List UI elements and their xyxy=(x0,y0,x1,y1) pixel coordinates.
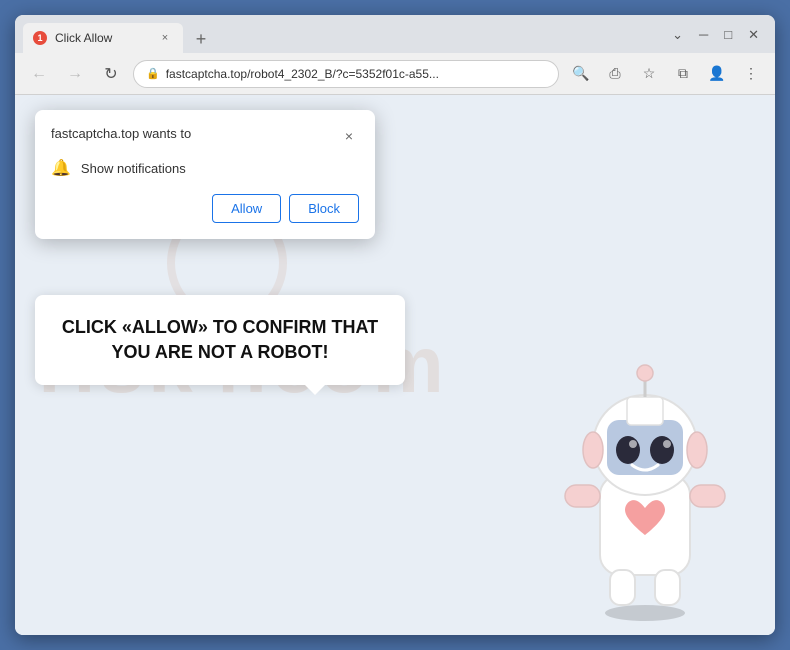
share-icon[interactable]: ⎙ xyxy=(601,60,629,88)
menu-icon[interactable]: ⋮ xyxy=(737,60,765,88)
search-icon[interactable]: 🔍 xyxy=(567,60,595,88)
back-button[interactable]: ← xyxy=(25,60,53,88)
tab-favicon: 1 xyxy=(33,31,47,45)
popup-header: fastcaptcha.top wants to × xyxy=(51,126,359,146)
notification-label: Show notifications xyxy=(81,161,186,176)
url-bar[interactable]: 🔒 fastcaptcha.top/robot4_2302_B/?c=5352f… xyxy=(133,60,559,88)
popup-title: fastcaptcha.top wants to xyxy=(51,126,191,141)
page-content: risk4.com fastcaptcha.top wants to × 🔔 S… xyxy=(15,95,775,635)
chevron-down-icon[interactable]: ⌄ xyxy=(672,28,683,41)
bell-icon: 🔔 xyxy=(51,158,71,178)
maximize-button[interactable]: □ xyxy=(724,28,732,41)
minimize-button[interactable]: ─ xyxy=(699,28,708,41)
url-text: fastcaptcha.top/robot4_2302_B/?c=5352f01… xyxy=(166,67,546,81)
popup-close-button[interactable]: × xyxy=(339,126,359,146)
reload-button[interactable]: ↻ xyxy=(97,60,125,88)
tab-area: 1 Click Allow × + xyxy=(23,15,672,53)
split-view-icon[interactable]: ⧉ xyxy=(669,60,697,88)
tab-title: Click Allow xyxy=(55,31,149,45)
window-controls: ⌄ ─ □ ✕ xyxy=(672,28,767,41)
speech-bubble: CLICK «ALLOW» TO CONFIRM THAT YOU ARE NO… xyxy=(35,295,405,385)
popup-buttons: Allow Block xyxy=(51,194,359,223)
profile-icon[interactable]: 👤 xyxy=(703,60,731,88)
robot-image xyxy=(545,345,745,625)
browser-tab[interactable]: 1 Click Allow × xyxy=(23,23,183,53)
tab-close-button[interactable]: × xyxy=(157,30,173,46)
new-tab-button[interactable]: + xyxy=(187,25,215,53)
block-button[interactable]: Block xyxy=(289,194,359,223)
forward-button[interactable]: → xyxy=(61,60,89,88)
notification-row: 🔔 Show notifications xyxy=(51,158,359,178)
bubble-text: CLICK «ALLOW» TO CONFIRM THAT YOU ARE NO… xyxy=(59,315,381,365)
bookmark-icon[interactable]: ☆ xyxy=(635,60,663,88)
permission-popup: fastcaptcha.top wants to × 🔔 Show notifi… xyxy=(35,110,375,239)
allow-button[interactable]: Allow xyxy=(212,194,281,223)
title-bar: 1 Click Allow × + ⌄ ─ □ ✕ xyxy=(15,15,775,53)
lock-icon: 🔒 xyxy=(146,67,160,80)
toolbar-icons: 🔍 ⎙ ☆ ⧉ 👤 ⋮ xyxy=(567,60,765,88)
browser-window: 1 Click Allow × + ⌄ ─ □ ✕ ← → ↻ 🔒 fastca… xyxy=(15,15,775,635)
window-close-button[interactable]: ✕ xyxy=(748,28,759,41)
address-bar: ← → ↻ 🔒 fastcaptcha.top/robot4_2302_B/?c… xyxy=(15,53,775,95)
